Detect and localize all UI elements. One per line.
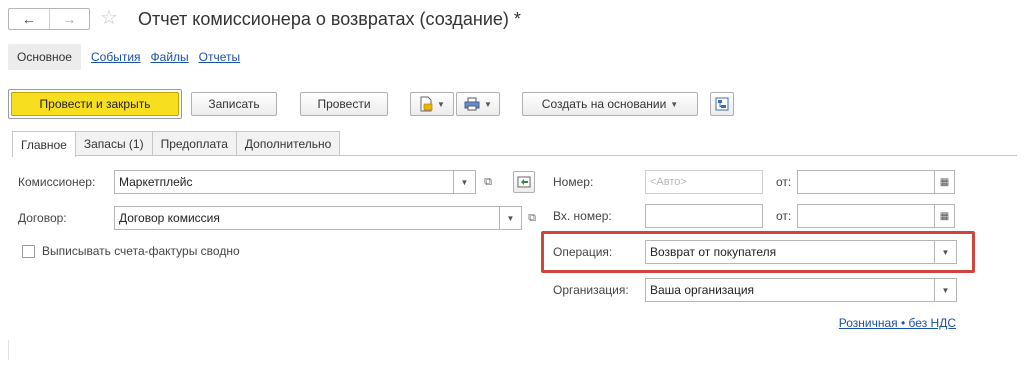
printer-icon (464, 97, 480, 111)
structure-button[interactable] (710, 92, 734, 116)
navigation-buttons: ← → (8, 8, 90, 30)
chevron-down-icon: ▼ (460, 177, 469, 187)
post-button[interactable]: Провести (300, 92, 388, 116)
select-commissioner-button[interactable] (513, 171, 535, 193)
operation-label: Операция: (553, 245, 613, 259)
date-field[interactable] (797, 170, 935, 194)
chevron-down-icon: ▼ (484, 99, 492, 109)
open-window-icon[interactable]: ⧉ (524, 206, 540, 230)
operation-dropdown[interactable]: ▼ (935, 240, 957, 264)
date-label: от: (776, 175, 792, 189)
save-button[interactable]: Записать (191, 92, 277, 116)
organization-dropdown[interactable]: ▼ (935, 278, 957, 302)
invoice-summary-label: Выписывать счета-фактуры сводно (42, 244, 240, 258)
tax-settings-link[interactable]: Розничная • без НДС (839, 316, 956, 330)
left-divider (8, 340, 9, 360)
operation-field[interactable]: Возврат от покупателя (645, 240, 935, 264)
section-links: Основное События Файлы Отчеты (8, 43, 240, 71)
invoice-summary-checkbox[interactable] (22, 245, 35, 258)
chevron-down-icon: ▼ (506, 213, 515, 223)
commissioner-dropdown[interactable]: ▼ (454, 170, 476, 194)
calendar-icon[interactable]: ▦ (935, 204, 955, 228)
open-window-icon[interactable]: ⧉ (480, 170, 496, 194)
number-label: Номер: (553, 175, 594, 189)
print-dropdown[interactable]: ▼ (456, 92, 500, 116)
number-field[interactable]: <Авто> (645, 170, 763, 194)
chevron-down-icon: ▼ (941, 247, 950, 257)
tab-prepayment[interactable]: Предоплата (151, 131, 237, 156)
favorite-star-icon[interactable]: ☆ (100, 6, 118, 30)
post-and-close-button[interactable]: Провести и закрыть (11, 92, 179, 116)
section-link-events[interactable]: События (91, 50, 141, 64)
incoming-number-field[interactable] (645, 204, 763, 228)
calendar-icon[interactable]: ▦ (935, 170, 955, 194)
section-link-main[interactable]: Основное (8, 44, 81, 70)
create-based-on-dropdown[interactable]: Создать на основании ▼ (522, 92, 698, 116)
forward-arrow-icon[interactable]: → (48, 9, 90, 29)
document-structure-icon (715, 97, 729, 111)
section-link-reports[interactable]: Отчеты (199, 50, 240, 64)
tab-stock[interactable]: Запасы (1) (74, 131, 153, 156)
contract-label: Договор: (18, 211, 67, 225)
back-arrow-icon[interactable]: ← (9, 9, 49, 29)
incoming-number-label: Вх. номер: (553, 209, 612, 223)
incoming-date-field[interactable] (797, 204, 935, 228)
attach-file-dropdown[interactable]: ▼ (410, 92, 454, 116)
select-from-list-icon (517, 176, 531, 188)
section-link-files[interactable]: Файлы (151, 50, 189, 64)
form-tabs: Главное Запасы (1) Предоплата Дополнител… (12, 131, 341, 157)
contract-field[interactable]: Договор комиссия (114, 206, 500, 230)
chevron-down-icon: ▼ (437, 99, 445, 109)
page-title: Отчет комиссионера о возвратах (создание… (138, 9, 521, 29)
tabs-divider (12, 155, 1017, 156)
organization-field[interactable]: Ваша организация (645, 278, 935, 302)
commissioner-label: Комиссионер: (18, 175, 96, 189)
tab-main[interactable]: Главное (12, 131, 76, 157)
document-attach-icon (420, 96, 433, 112)
chevron-down-icon: ▼ (670, 99, 679, 109)
chevron-down-icon: ▼ (941, 285, 950, 295)
incoming-date-label: от: (776, 209, 792, 223)
commissioner-field[interactable]: Маркетплейс (114, 170, 454, 194)
organization-label: Организация: (553, 283, 629, 297)
contract-dropdown[interactable]: ▼ (500, 206, 522, 230)
tab-additional[interactable]: Дополнительно (235, 131, 341, 156)
create-based-on-label: Создать на основании (541, 97, 667, 111)
